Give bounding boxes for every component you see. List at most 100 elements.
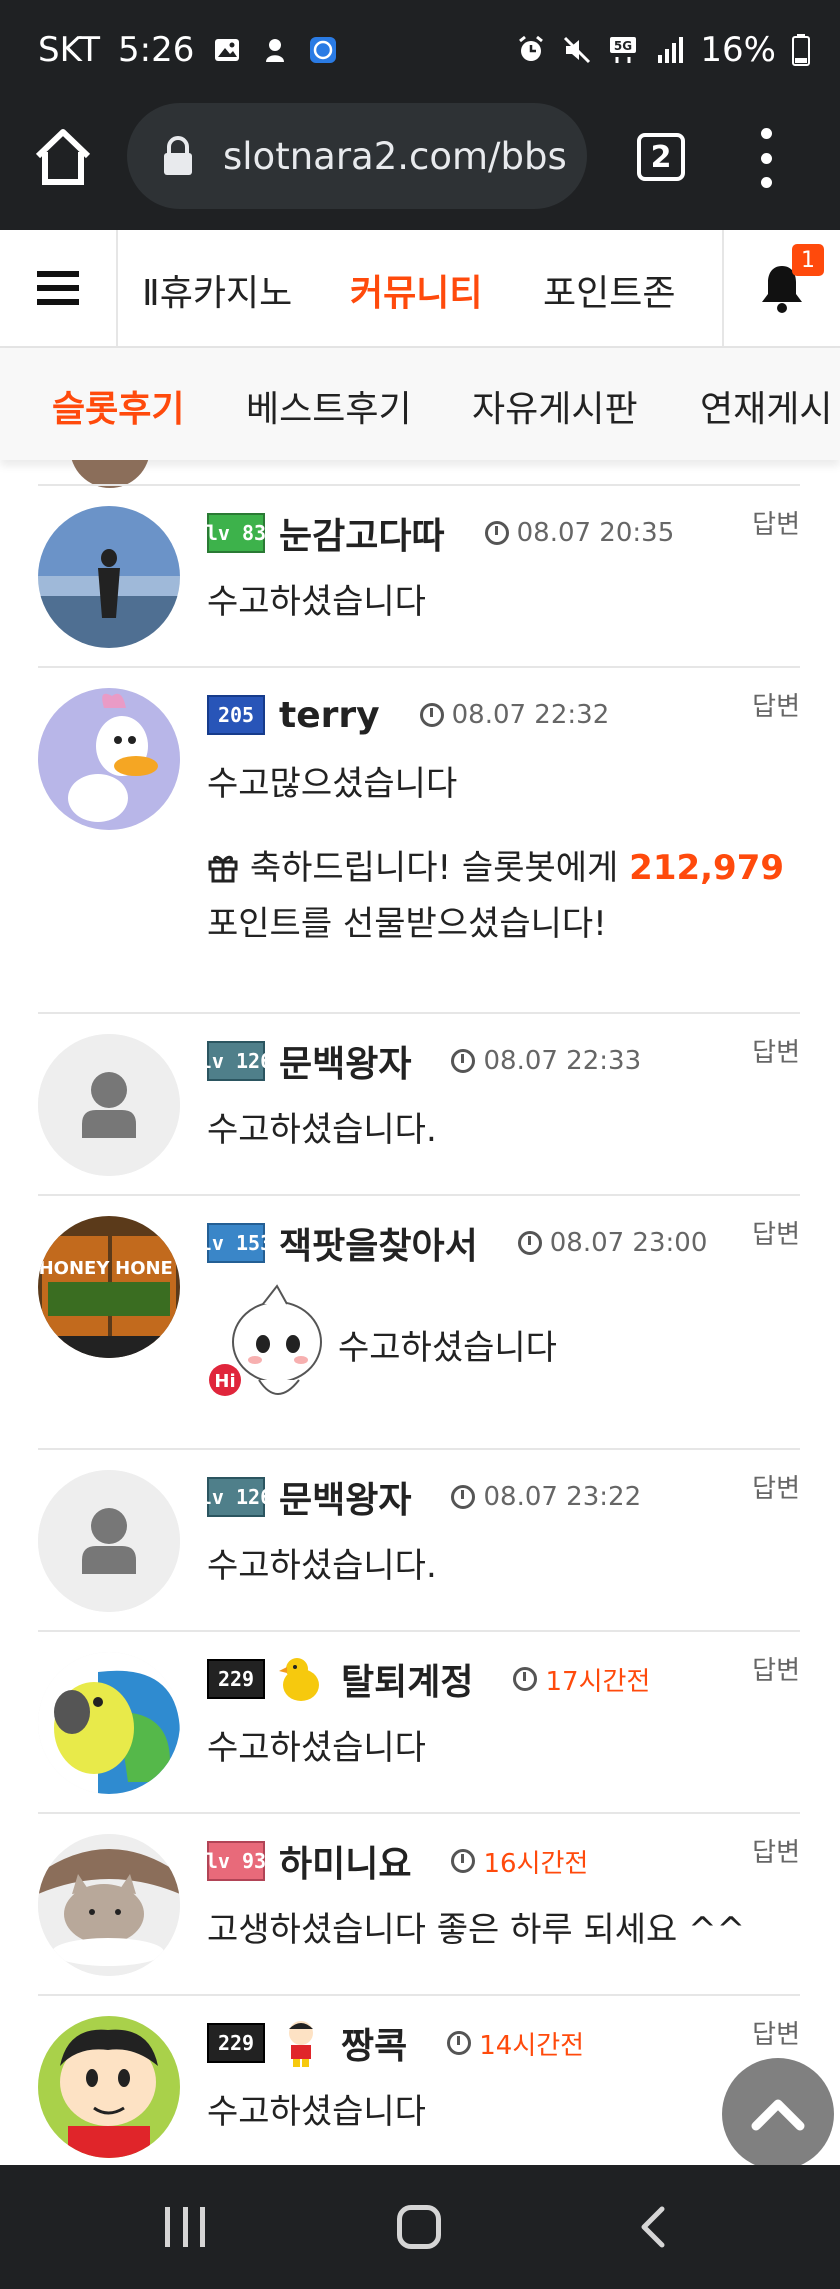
comment-time: 08.07 20:35 xyxy=(484,518,674,548)
carrier-label: SKT xyxy=(38,30,101,70)
comment-author[interactable]: terry xyxy=(279,695,380,736)
subnav-free-board[interactable]: 자유게시판 xyxy=(472,380,638,432)
nav-item-point-zone[interactable]: 포인트존 xyxy=(543,264,675,316)
battery-percent: 16% xyxy=(700,30,776,70)
comment-author[interactable]: 문백왕자 xyxy=(279,1471,411,1523)
level-badge: 229 xyxy=(207,2023,265,2063)
notification-button[interactable]: 1 xyxy=(722,230,840,346)
tab-switcher-button[interactable]: 2 xyxy=(637,133,685,181)
address-bar[interactable]: slotnara2.com/bbs xyxy=(127,103,587,209)
subnav-slot-review[interactable]: 슬롯후기 xyxy=(52,380,184,432)
avatar: HONEY HONE xyxy=(38,1216,180,1358)
home-icon[interactable] xyxy=(30,124,96,190)
level-badge: lv 126 xyxy=(200,1477,272,1517)
comment-author[interactable]: 하미니요 xyxy=(279,1835,411,1887)
reply-button[interactable]: 답변 xyxy=(752,1468,800,1505)
avatar xyxy=(38,1834,180,1976)
reply-button[interactable]: 답변 xyxy=(752,1832,800,1869)
comment-text: 수고하셨습니다 xyxy=(207,2092,426,2132)
comment-text: 수고하셨습니다 xyxy=(207,1728,426,1768)
level-badge: 229 xyxy=(207,1659,265,1699)
system-nav-bar xyxy=(0,2165,840,2289)
comment-time: 08.07 22:33 xyxy=(451,1046,641,1076)
clock-icon xyxy=(517,1231,542,1255)
svg-text:5G: 5G xyxy=(614,39,632,53)
lock-icon xyxy=(164,136,192,175)
comment-list: lv 83 눈감고다따 08.07 20:35 답변 수고하셨습니다 205 t… xyxy=(0,460,840,2165)
signal-icon xyxy=(658,37,684,63)
comment-item: lv 83 눈감고다따 08.07 20:35 답변 수고하셨습니다 xyxy=(0,486,840,666)
comment-author[interactable]: 짱콕 xyxy=(341,2017,407,2069)
app-badge-icon xyxy=(310,37,337,63)
gift-suffix: 포인트를 선물받으셨습니다! xyxy=(207,904,607,944)
site-nav: Ⅱ휴카지노 커뮤니티 포인트존 1 xyxy=(0,230,840,348)
default-user-icon xyxy=(38,1034,180,1176)
gallery-icon xyxy=(215,39,240,61)
duck-character-icon xyxy=(279,1658,319,1701)
clock-icon xyxy=(451,1049,476,1073)
tab-count: 2 xyxy=(650,139,672,175)
home-button[interactable] xyxy=(397,2205,441,2249)
default-user-icon xyxy=(38,1470,180,1612)
comment-item: lv 93 하미니요 16시간전 답변 고생하셨습니다 좋은 하루 되세요 ^^ xyxy=(0,1814,840,1994)
gift-message: 축하드립니다! 슬롯봇에게 212,979 포인트를 선물받으셨습니다! xyxy=(207,840,784,952)
reply-button[interactable]: 답변 xyxy=(752,2014,800,2051)
svg-text:Hi: Hi xyxy=(214,1371,235,1392)
avatar xyxy=(38,1034,180,1176)
comment-text: 수고하셨습니다 xyxy=(207,582,426,622)
comment-author[interactable]: 잭팟을찾아서 xyxy=(279,1217,478,1269)
reply-button[interactable]: 답변 xyxy=(752,686,800,723)
subnav-serial-board[interactable]: 연재게시 xyxy=(700,380,832,432)
comment-author[interactable]: 문백왕자 xyxy=(279,1035,411,1087)
level-badge: lv 126 xyxy=(200,1041,272,1081)
notification-badge: 1 xyxy=(792,244,824,276)
svg-text:HONE: HONE xyxy=(115,1258,173,1279)
gift-icon xyxy=(208,855,238,883)
clock-icon xyxy=(447,2031,472,2055)
sub-nav: 슬롯후기 베스트후기 자유게시판 연재게시 xyxy=(0,348,840,460)
status-bar: SKT 5:26 5G 16% xyxy=(0,0,840,102)
nav-item-community[interactable]: 커뮤니티 xyxy=(350,264,482,316)
recent-apps-button[interactable] xyxy=(165,2207,205,2247)
clock-icon xyxy=(484,521,509,545)
shinchan-character-icon xyxy=(289,2021,313,2067)
clock-label: 5:26 xyxy=(118,30,195,70)
comment-author[interactable]: 탈퇴계정 xyxy=(341,1653,473,1705)
hamburger-menu-icon[interactable] xyxy=(0,230,118,346)
comment-item: lv 126 문백왕자 08.07 22:33 답변 수고하셨습니다. xyxy=(0,1014,840,1194)
browser-menu-button[interactable] xyxy=(754,128,778,188)
subnav-best-review[interactable]: 베스트후기 xyxy=(246,380,412,432)
comment-text: 수고하셨습니다. xyxy=(207,1110,437,1150)
level-badge: lv 83 xyxy=(206,513,266,553)
hi-character-emoticon: Hi xyxy=(209,1284,322,1396)
mute-icon xyxy=(564,36,591,64)
scroll-top-button[interactable] xyxy=(722,2058,834,2170)
reply-button[interactable]: 답변 xyxy=(752,1650,800,1687)
svg-text:HONEY: HONEY xyxy=(39,1258,111,1279)
clock-icon xyxy=(451,1485,476,1509)
comment-item: 229 짱콕 14시간전 답변 수고하셨습니다 xyxy=(0,1996,840,2165)
back-icon[interactable] xyxy=(632,2205,676,2249)
clock-icon xyxy=(451,1849,476,1873)
avatar xyxy=(38,506,180,648)
avatar xyxy=(38,688,180,830)
chevron-up-icon xyxy=(751,2099,805,2131)
reply-button[interactable]: 답변 xyxy=(752,1214,800,1251)
reply-button[interactable]: 답변 xyxy=(752,1032,800,1069)
comment-item: 205 terry 08.07 22:32 답변 수고많으셨습니다 축하드립니다… xyxy=(0,668,840,1012)
level-badge: 205 xyxy=(207,695,265,735)
5g-icon: 5G xyxy=(610,37,637,63)
avatar xyxy=(38,1652,180,1794)
comment-time: 17시간전 xyxy=(513,1661,650,1698)
comment-text: 수고하셨습니다. xyxy=(207,1546,437,1586)
comment-time: 16시간전 xyxy=(451,1843,588,1880)
comment-time: 08.07 23:22 xyxy=(451,1482,641,1512)
clock-icon xyxy=(419,703,444,727)
comment-time: 08.07 23:00 xyxy=(517,1228,707,1258)
reply-button[interactable]: 답변 xyxy=(752,504,800,541)
alarm-icon xyxy=(519,35,544,61)
comment-text: 고생하셨습니다 좋은 하루 되세요 ^^ xyxy=(207,1910,746,1950)
comment-author[interactable]: 눈감고다따 xyxy=(279,507,445,559)
nav-item-casino[interactable]: Ⅱ휴카지노 xyxy=(142,264,292,316)
comment-time: 08.07 22:32 xyxy=(419,700,609,730)
